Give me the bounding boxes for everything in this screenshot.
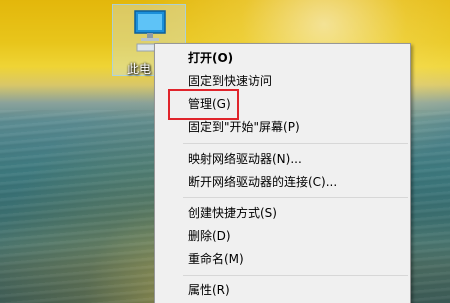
menu-separator: [183, 197, 408, 198]
context-menu: 打开(O) 固定到快速访问 管理(G) 固定到"开始"屏幕(P) 映射网络驱动器…: [154, 43, 411, 303]
menu-item-create-shortcut[interactable]: 创建快捷方式(S): [155, 202, 410, 224]
menu-item-rename[interactable]: 重命名(M): [155, 248, 410, 270]
menu-item-map-network-drive[interactable]: 映射网络驱动器(N)...: [155, 148, 410, 170]
menu-item-properties[interactable]: 属性(R): [155, 279, 410, 301]
menu-separator: [183, 143, 408, 144]
manage-highlight-box: [168, 89, 239, 120]
menu-item-open[interactable]: 打开(O): [155, 47, 410, 69]
menu-item-delete[interactable]: 删除(D): [155, 225, 410, 247]
menu-separator: [183, 275, 408, 276]
desktop-icon-label: 此电: [127, 62, 152, 76]
desktop-wallpaper: 此电 打开(O) 固定到快速访问 管理(G) 固定到"开始"屏幕(P) 映射网络…: [0, 0, 450, 303]
menu-item-disconnect-network-drive[interactable]: 断开网络驱动器的连接(C)...: [155, 171, 410, 193]
